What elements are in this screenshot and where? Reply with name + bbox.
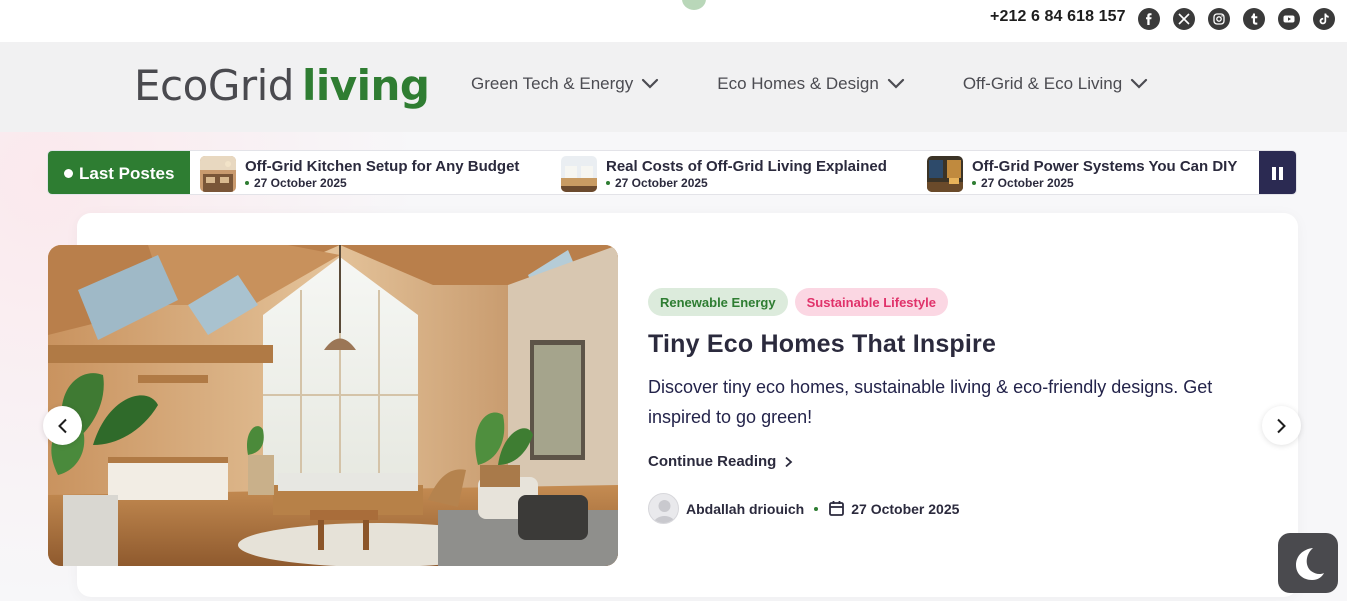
site-header: EcoGrid living Green Tech & Energy Eco Ho… <box>0 42 1347 132</box>
tag-sustainable-lifestyle[interactable]: Sustainable Lifestyle <box>794 288 948 316</box>
chevron-left-icon <box>58 418 67 433</box>
chevron-right-icon <box>1277 418 1286 433</box>
site-logo[interactable]: EcoGrid living <box>134 62 430 110</box>
ticker-thumbnail <box>561 156 597 192</box>
news-ticker: Last Postes Off-Grid Kitchen Setup for A… <box>47 150 1297 195</box>
ticker-thumbnail <box>200 156 236 192</box>
nav-item-green-tech[interactable]: Green Tech & Energy <box>471 74 659 94</box>
pause-button[interactable] <box>1259 151 1296 194</box>
continue-reading-label: Continue Reading <box>648 453 777 470</box>
ticker-item[interactable]: Off-Grid Kitchen Setup for Any Budget 27… <box>200 156 519 192</box>
decorative-dot <box>682 0 706 10</box>
ticker-label: Last Postes <box>48 151 190 194</box>
ticker-date: 27 October 2025 <box>245 176 519 190</box>
ticker-title: Real Costs of Off-Grid Living Explained <box>606 158 887 175</box>
x-icon[interactable] <box>1173 8 1195 30</box>
post-meta: Abdallah driouich 27 October 2025 <box>648 493 959 524</box>
top-bar: +212 6 84 618 157 <box>0 0 1347 42</box>
chevron-down-icon <box>642 78 659 89</box>
ticker-date: 27 October 2025 <box>972 176 1237 190</box>
nav-item-label: Green Tech & Energy <box>471 74 634 93</box>
chevron-down-icon <box>887 78 904 89</box>
post-date: 27 October 2025 <box>851 500 960 517</box>
tag-renewable-energy[interactable]: Renewable Energy <box>648 288 788 316</box>
avatar[interactable] <box>648 493 679 524</box>
separator-dot <box>814 506 819 511</box>
ticker-item[interactable]: Real Costs of Off-Grid Living Explained … <box>561 156 887 192</box>
ticker-title: Off-Grid Kitchen Setup for Any Budget <box>245 158 520 175</box>
main-nav: Green Tech & Energy Eco Homes & Design O… <box>471 74 1206 94</box>
author-name[interactable]: Abdallah driouich <box>686 501 804 517</box>
logo-text-ecogrid: EcoGrid <box>134 61 294 110</box>
social-links <box>1138 8 1335 30</box>
facebook-icon[interactable] <box>1138 8 1160 30</box>
moon-icon <box>1296 548 1324 580</box>
tiktok-icon[interactable] <box>1313 8 1335 30</box>
chevron-right-icon <box>785 456 793 467</box>
ticker-label-text: Last Postes <box>79 163 175 183</box>
post-excerpt: Discover tiny eco homes, sustainable liv… <box>648 377 1213 427</box>
nav-item-label: Eco Homes & Design <box>717 74 879 93</box>
ticker-thumbnail <box>927 156 963 192</box>
phone-number[interactable]: +212 6 84 618 157 <box>990 8 1126 26</box>
ticker-title: Off-Grid Power Systems You Can DIY <box>972 158 1238 175</box>
continue-reading-link[interactable]: Continue Reading <box>648 453 793 470</box>
dark-mode-toggle[interactable] <box>1278 533 1338 593</box>
youtube-icon[interactable] <box>1278 8 1300 30</box>
post-title[interactable]: Tiny Eco Homes That Inspire <box>648 330 996 359</box>
pause-icon <box>1272 167 1276 180</box>
instagram-icon[interactable] <box>1208 8 1230 30</box>
slider-prev-button[interactable] <box>43 406 82 445</box>
ticker-item[interactable]: Off-Grid Power Systems You Can DIY 27 Oc… <box>927 156 1237 192</box>
chevron-down-icon <box>1131 78 1148 89</box>
logo-text-living: living <box>301 61 430 110</box>
bullet-icon <box>64 169 73 178</box>
ticker-date: 27 October 2025 <box>606 176 887 190</box>
nav-item-off-grid[interactable]: Off-Grid & Eco Living <box>963 74 1148 94</box>
nav-item-eco-homes[interactable]: Eco Homes & Design <box>717 74 905 94</box>
slider-next-button[interactable] <box>1262 406 1301 445</box>
post-tags: Renewable Energy Sustainable Lifestyle <box>648 288 948 316</box>
calendar-icon <box>829 501 845 516</box>
featured-image[interactable] <box>48 245 618 566</box>
nav-item-label: Off-Grid & Eco Living <box>962 74 1123 93</box>
tumblr-icon[interactable] <box>1243 8 1265 30</box>
